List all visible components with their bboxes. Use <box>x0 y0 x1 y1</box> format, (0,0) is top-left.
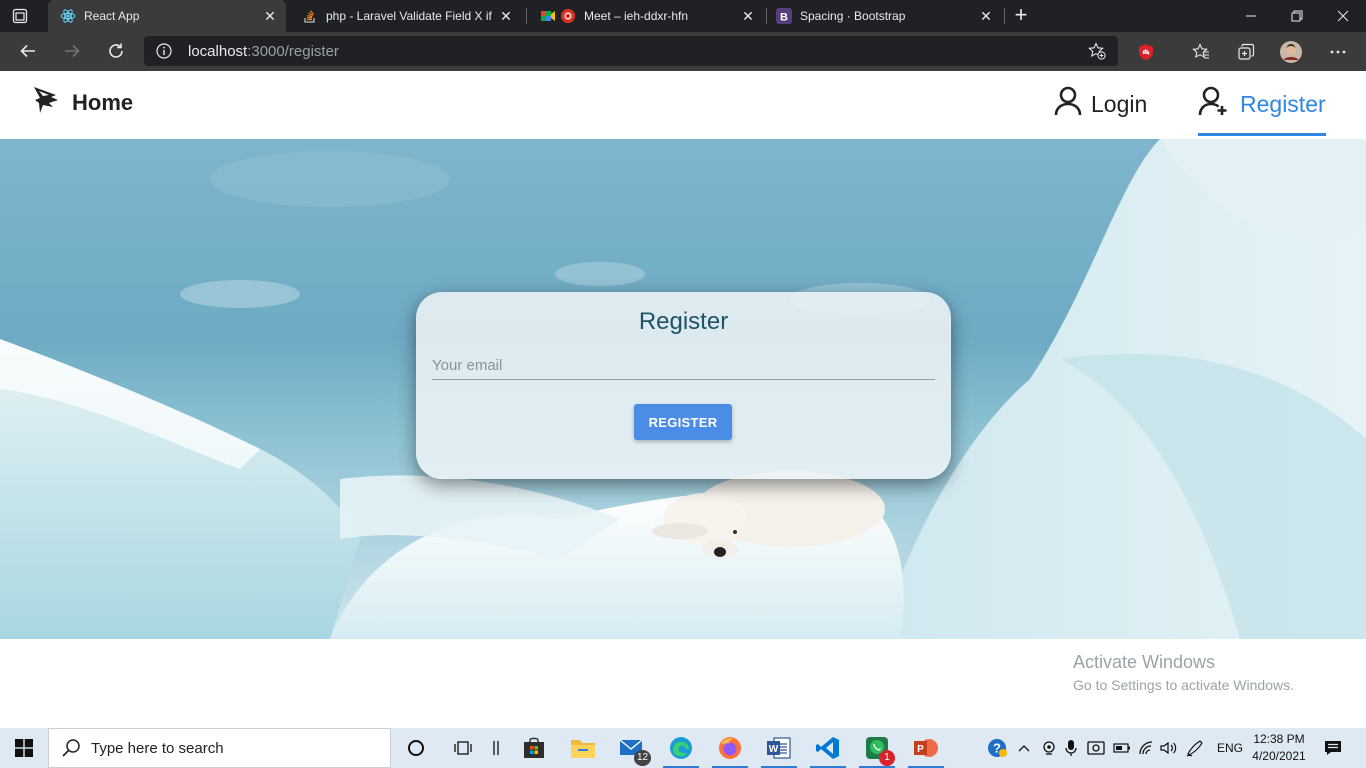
volume-icon[interactable] <box>1157 728 1181 768</box>
windows-start-icon[interactable] <box>0 728 48 768</box>
login-label: Login <box>1091 90 1148 117</box>
tab-close-icon[interactable]: ✕ <box>496 6 516 26</box>
taskbar-search-box[interactable]: Type here to search <box>48 728 391 768</box>
site-info-icon[interactable] <box>156 43 172 59</box>
chevron-up-icon[interactable] <box>1012 728 1036 768</box>
tab-title: Spacing · Bootstrap <box>800 9 906 23</box>
pen-icon[interactable] <box>1182 728 1208 768</box>
browser-toolbar: localhost:3000/register <box>0 32 1366 71</box>
watermark-subtitle: Go to Settings to activate Windows. <box>1073 677 1294 693</box>
close-window-icon[interactable] <box>1320 0 1366 32</box>
home-label: Home <box>72 89 134 115</box>
webcam-icon[interactable] <box>1038 728 1060 768</box>
meet-icon <box>540 8 576 24</box>
app-navbar: Home Login Register <box>0 71 1366 139</box>
tab-actions-icon[interactable] <box>8 6 32 26</box>
minimize-icon[interactable] <box>1228 0 1274 32</box>
tab-divider <box>1004 8 1005 24</box>
user-icon <box>1053 85 1083 123</box>
vscode-icon[interactable] <box>804 728 852 768</box>
tab-title: React App <box>84 9 140 23</box>
watermark-title: Activate Windows <box>1073 652 1216 672</box>
register-card-title: Register <box>638 308 729 335</box>
bootstrap-icon: B <box>776 8 792 24</box>
tab-title: php - Laravel Validate Field X if F <box>326 9 496 23</box>
whatsapp-badge: 1 <box>879 750 895 766</box>
mail-badge: 12 <box>634 750 652 766</box>
tab-close-icon[interactable]: ✕ <box>976 6 996 26</box>
browser-tab-stackoverflow[interactable]: php - Laravel Validate Field X if F ✕ <box>290 0 522 32</box>
microphone-icon[interactable] <box>1060 728 1082 768</box>
refresh-icon[interactable] <box>101 36 131 66</box>
firefox-icon[interactable] <box>706 728 754 768</box>
restore-icon[interactable] <box>1274 0 1320 32</box>
svg-text:W: W <box>769 744 779 755</box>
tab-title: Meet – ieh-ddxr-hfn <box>584 9 689 23</box>
windows-taskbar: Type here to search 12 W 1 P ? ENG 12:38… <box>0 728 1366 768</box>
address-bar[interactable]: localhost:3000/register <box>144 36 1118 66</box>
clock-time: 12:38 PM <box>1253 732 1305 746</box>
browser-tab-meet[interactable]: Meet – ieh-ddxr-hfn ✕ <box>528 0 764 32</box>
login-link[interactable]: Login <box>1053 85 1147 123</box>
tab-close-icon[interactable]: ✕ <box>260 6 280 26</box>
browser-tab-bootstrap[interactable]: B Spacing · Bootstrap ✕ <box>764 0 1002 32</box>
more-menu-icon[interactable] <box>1327 41 1349 63</box>
taskbar-clock[interactable]: 12:38 PM 4/20/2021 <box>1244 731 1314 765</box>
tab-divider <box>526 8 527 24</box>
active-underline <box>1198 133 1326 136</box>
forward-icon[interactable] <box>57 36 87 66</box>
language-indicator[interactable]: ENG <box>1212 728 1248 768</box>
cortana-icon[interactable] <box>392 728 440 768</box>
register-label: Register <box>1240 90 1326 117</box>
browser-tab-strip: React App ✕ php - Laravel Validate Field… <box>0 0 1366 32</box>
new-tab-icon[interactable]: + <box>1010 4 1032 27</box>
wifi-icon[interactable] <box>1135 728 1157 768</box>
add-user-icon <box>1198 85 1232 123</box>
back-icon[interactable] <box>13 36 43 66</box>
stackoverflow-icon <box>302 8 318 24</box>
svg-text:B: B <box>780 12 788 24</box>
bird-logo-icon <box>32 85 60 120</box>
favorites-icon[interactable] <box>1190 41 1212 63</box>
react-icon <box>60 8 76 24</box>
email-field[interactable] <box>432 352 935 380</box>
profile-avatar-icon[interactable] <box>1280 41 1302 63</box>
powerpoint-icon[interactable]: P <box>902 728 950 768</box>
help-icon[interactable]: ? <box>984 728 1010 768</box>
battery-icon[interactable] <box>1110 728 1134 768</box>
add-favorite-icon[interactable] <box>1088 42 1106 60</box>
tab-close-icon[interactable]: ✕ <box>738 6 758 26</box>
search-placeholder: Type here to search <box>91 739 224 757</box>
nvidia-icon[interactable] <box>1084 728 1108 768</box>
edge-icon[interactable] <box>657 728 705 768</box>
activate-windows-watermark: Activate Windows Go to Settings to activ… <box>1073 652 1294 693</box>
whatsapp-icon[interactable]: 1 <box>853 728 901 768</box>
clock-date: 4/20/2021 <box>1252 749 1306 763</box>
address-url[interactable]: localhost:3000/register <box>188 43 339 60</box>
register-button[interactable]: REGISTER <box>634 404 732 440</box>
svg-text:P: P <box>917 744 924 755</box>
extension-icon[interactable] <box>1135 41 1157 63</box>
word-icon[interactable]: W <box>755 728 803 768</box>
collections-icon[interactable] <box>1235 41 1257 63</box>
browser-tab-react-app[interactable]: React App ✕ <box>48 0 286 32</box>
file-explorer-icon[interactable] <box>559 728 607 768</box>
search-icon <box>62 739 80 757</box>
register-link[interactable]: Register <box>1198 85 1326 136</box>
mail-icon[interactable]: 12 <box>608 728 656 768</box>
url-path: :3000/register <box>247 43 339 60</box>
url-host: localhost <box>188 43 248 60</box>
store-icon[interactable] <box>510 728 558 768</box>
register-card: Register REGISTER <box>416 292 951 479</box>
home-link[interactable]: Home <box>32 85 133 120</box>
notifications-icon[interactable] <box>1318 728 1348 768</box>
